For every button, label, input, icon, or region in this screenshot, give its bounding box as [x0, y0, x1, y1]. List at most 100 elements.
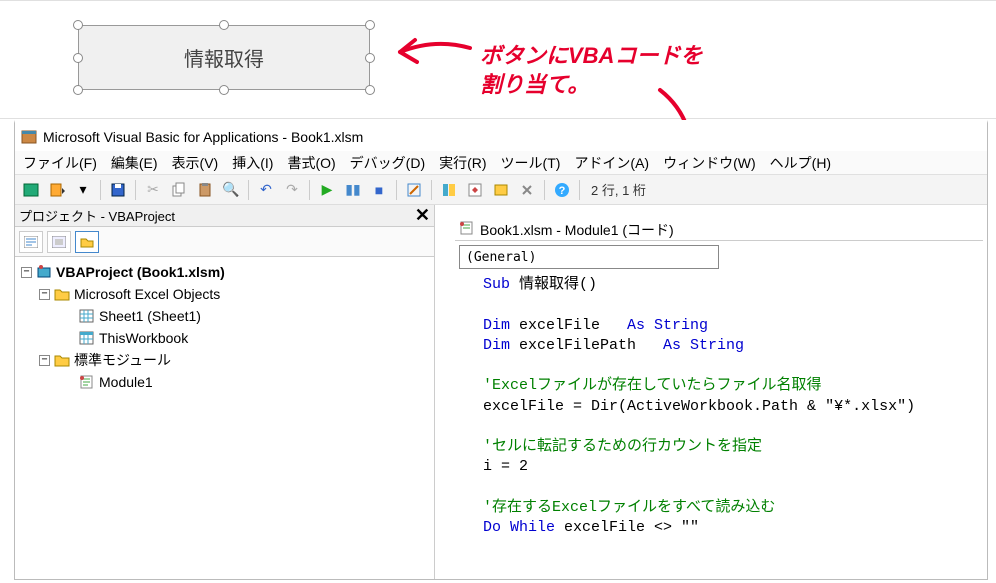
code-text: excelFile <>	[555, 519, 681, 536]
resize-handle-top-center[interactable]	[219, 20, 229, 30]
view-excel-button[interactable]	[19, 178, 43, 202]
resize-handle-middle-right[interactable]	[365, 53, 375, 63]
run-button[interactable]: ▶	[315, 178, 339, 202]
vba-main-area: プロジェクト - VBAProject ✕ − VBAProject (Book…	[15, 205, 987, 579]
code-text: i = 2	[483, 458, 528, 475]
resize-handle-top-right[interactable]	[365, 20, 375, 30]
menu-addins[interactable]: アドイン(A)	[574, 153, 649, 173]
code-keyword: Do While	[483, 519, 555, 536]
project-pane-toolbar	[15, 227, 434, 257]
folder-icon	[54, 352, 70, 368]
tree-thisworkbook-label: ThisWorkbook	[99, 330, 188, 346]
annotation-line1: ボタンにVBAコードを	[480, 42, 702, 71]
vba-app-icon	[21, 129, 37, 145]
object-combo[interactable]: (General)	[459, 245, 719, 269]
module-icon	[459, 221, 475, 238]
workbook-icon	[79, 330, 95, 346]
undo-button[interactable]: ↶	[254, 178, 278, 202]
vba-titlebar: Microsoft Visual Basic for Applications …	[15, 123, 987, 151]
toolbar: ▾ ✂ 🔍 ↶ ↷ ▶ ▮▮ ■ ? 2 行, 1 桁	[15, 175, 987, 205]
reset-button[interactable]: ■	[367, 178, 391, 202]
toggle-folders-button[interactable]	[75, 231, 99, 253]
code-keyword: Sub	[483, 276, 510, 293]
tree-module1[interactable]: Module1	[79, 371, 428, 393]
excel-macro-button-label: 情報取得	[184, 43, 264, 72]
resize-handle-bottom-right[interactable]	[365, 85, 375, 95]
svg-text:?: ?	[559, 185, 566, 197]
collapse-icon[interactable]: −	[39, 355, 50, 366]
tree-std-modules[interactable]: − 標準モジュール	[39, 349, 428, 371]
object-combo-value: (General)	[466, 250, 536, 265]
code-text: 情報取得()	[510, 276, 597, 293]
menu-tools[interactable]: ツール(T)	[501, 153, 561, 173]
menu-run[interactable]: 実行(R)	[439, 153, 486, 173]
code-keyword: As String	[663, 337, 744, 354]
project-pane-titlebar: プロジェクト - VBAProject ✕	[15, 205, 434, 227]
project-pane-close-button[interactable]: ✕	[415, 205, 430, 226]
code-keyword: As String	[627, 317, 708, 334]
tree-excel-objects[interactable]: − Microsoft Excel Objects	[39, 283, 428, 305]
code-comment: '存在するExcelファイルをすべて読み込む	[483, 499, 775, 516]
vba-title-text: Microsoft Visual Basic for Applications …	[43, 129, 363, 145]
help-button[interactable]: ?	[550, 178, 574, 202]
dropdown-arrow[interactable]: ▾	[71, 178, 95, 202]
module-icon	[79, 374, 95, 390]
tree-std-modules-label: 標準モジュール	[74, 350, 171, 370]
design-mode-button[interactable]	[402, 178, 426, 202]
code-text: excelFile	[510, 317, 627, 334]
worksheet-icon	[79, 308, 95, 324]
menu-view[interactable]: 表示(V)	[172, 153, 219, 173]
view-code-button[interactable]	[19, 231, 43, 253]
code-text: excelFilePath	[510, 337, 663, 354]
code-text: excelFile = Dir(ActiveWorkbook.Path &	[483, 398, 825, 415]
cut-button[interactable]: ✂	[141, 178, 165, 202]
resize-handle-bottom-left[interactable]	[73, 85, 83, 95]
code-window: Book1.xlsm - Module1 (コード) (General) Sub…	[435, 205, 987, 579]
menu-format[interactable]: 書式(O)	[287, 153, 335, 173]
redo-button[interactable]: ↷	[280, 178, 304, 202]
project-pane-title: プロジェクト - VBAProject	[19, 206, 175, 225]
properties-button[interactable]	[463, 178, 487, 202]
project-explorer-button[interactable]	[437, 178, 461, 202]
menu-help[interactable]: ヘルプ(H)	[770, 153, 831, 173]
project-explorer-pane: プロジェクト - VBAProject ✕ − VBAProject (Book…	[15, 205, 435, 579]
insert-dropdown-button[interactable]	[45, 178, 69, 202]
break-button[interactable]: ▮▮	[341, 178, 365, 202]
code-window-title: Book1.xlsm - Module1 (コード)	[480, 220, 674, 240]
excel-macro-button-selection[interactable]: 情報取得	[78, 25, 370, 90]
project-tree: − VBAProject (Book1.xlsm) − Microsoft Ex…	[15, 257, 434, 579]
paste-button[interactable]	[193, 178, 217, 202]
menu-debug[interactable]: デバッグ(D)	[350, 153, 425, 173]
tree-root-label: VBAProject (Book1.xlsm)	[56, 264, 225, 280]
project-icon	[36, 264, 52, 280]
annotation-arrow-left	[385, 30, 475, 80]
code-string: ""	[681, 519, 699, 536]
collapse-icon[interactable]: −	[39, 289, 50, 300]
object-browser-button[interactable]	[489, 178, 513, 202]
menu-window[interactable]: ウィンドウ(W)	[663, 153, 756, 173]
menu-edit[interactable]: 編集(E)	[111, 153, 158, 173]
tree-excel-objects-label: Microsoft Excel Objects	[74, 286, 220, 302]
tree-module1-label: Module1	[99, 374, 153, 390]
view-object-button[interactable]	[47, 231, 71, 253]
folder-icon	[54, 286, 70, 302]
resize-handle-top-left[interactable]	[73, 20, 83, 30]
menu-insert[interactable]: 挿入(I)	[232, 153, 273, 173]
excel-macro-button[interactable]: 情報取得	[78, 25, 370, 90]
tree-root-vbaproject[interactable]: − VBAProject (Book1.xlsm)	[21, 261, 428, 283]
toolbox-button[interactable]	[515, 178, 539, 202]
tree-sheet1[interactable]: Sheet1 (Sheet1)	[79, 305, 428, 327]
vba-editor-window: Microsoft Visual Basic for Applications …	[14, 120, 988, 580]
resize-handle-middle-left[interactable]	[73, 53, 83, 63]
find-button[interactable]: 🔍	[219, 178, 243, 202]
code-keyword: Dim	[483, 317, 510, 334]
code-comment: 'Excelファイルが存在していたらファイル名取得	[483, 377, 822, 394]
code-keyword: Dim	[483, 337, 510, 354]
menu-file[interactable]: ファイル(F)	[23, 153, 97, 173]
collapse-icon[interactable]: −	[21, 267, 32, 278]
tree-thisworkbook[interactable]: ThisWorkbook	[79, 327, 428, 349]
resize-handle-bottom-center[interactable]	[219, 85, 229, 95]
copy-button[interactable]	[167, 178, 191, 202]
save-button[interactable]	[106, 178, 130, 202]
code-editor[interactable]: Sub 情報取得() Dim excelFile As String Dim e…	[455, 269, 987, 579]
